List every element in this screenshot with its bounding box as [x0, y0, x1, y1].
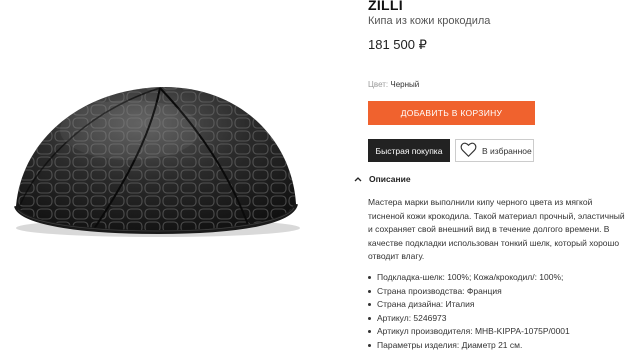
spec-item: Подкладка-шелк: 100%; Кожа/крокодил/: 10…	[368, 271, 638, 285]
spec-item: Артикул: 5246973	[368, 312, 638, 326]
description-heading: Описание	[369, 174, 411, 184]
color-label: Цвет:	[368, 80, 389, 89]
favorites-label: В избранное	[482, 145, 532, 156]
product-name: Кипа из кожи крокодила	[368, 15, 491, 27]
color-value: Черный	[390, 80, 420, 89]
product-price: 181 500 ₽	[368, 37, 427, 52]
spec-list: Подкладка-шелк: 100%; Кожа/крокодил/: 10…	[368, 271, 638, 352]
spec-item: Параметры изделия: Диаметр 21 см.	[368, 339, 638, 353]
add-to-cart-button[interactable]: ДОБАВИТЬ В КОРЗИНУ	[368, 101, 535, 125]
add-to-favorites-button[interactable]: В избранное	[455, 139, 534, 162]
description-text: Мастера марки выполнили кипу черного цве…	[368, 197, 625, 261]
chevron-up-icon	[354, 174, 362, 184]
heart-icon	[460, 142, 482, 159]
quick-buy-button[interactable]: Быстрая покупка	[368, 139, 450, 162]
spec-item: Страна дизайна: Италия	[368, 298, 638, 312]
product-image	[0, 0, 340, 355]
spec-item: Страна производства: Франция	[368, 285, 638, 299]
spec-item: Артикул производителя: MHB-KIPPA-1075P/0…	[368, 325, 638, 339]
color-row: Цвет: Черный	[368, 80, 419, 89]
description-toggle[interactable]: Описание	[354, 174, 411, 184]
product-brand: ZILLI	[368, 0, 403, 13]
